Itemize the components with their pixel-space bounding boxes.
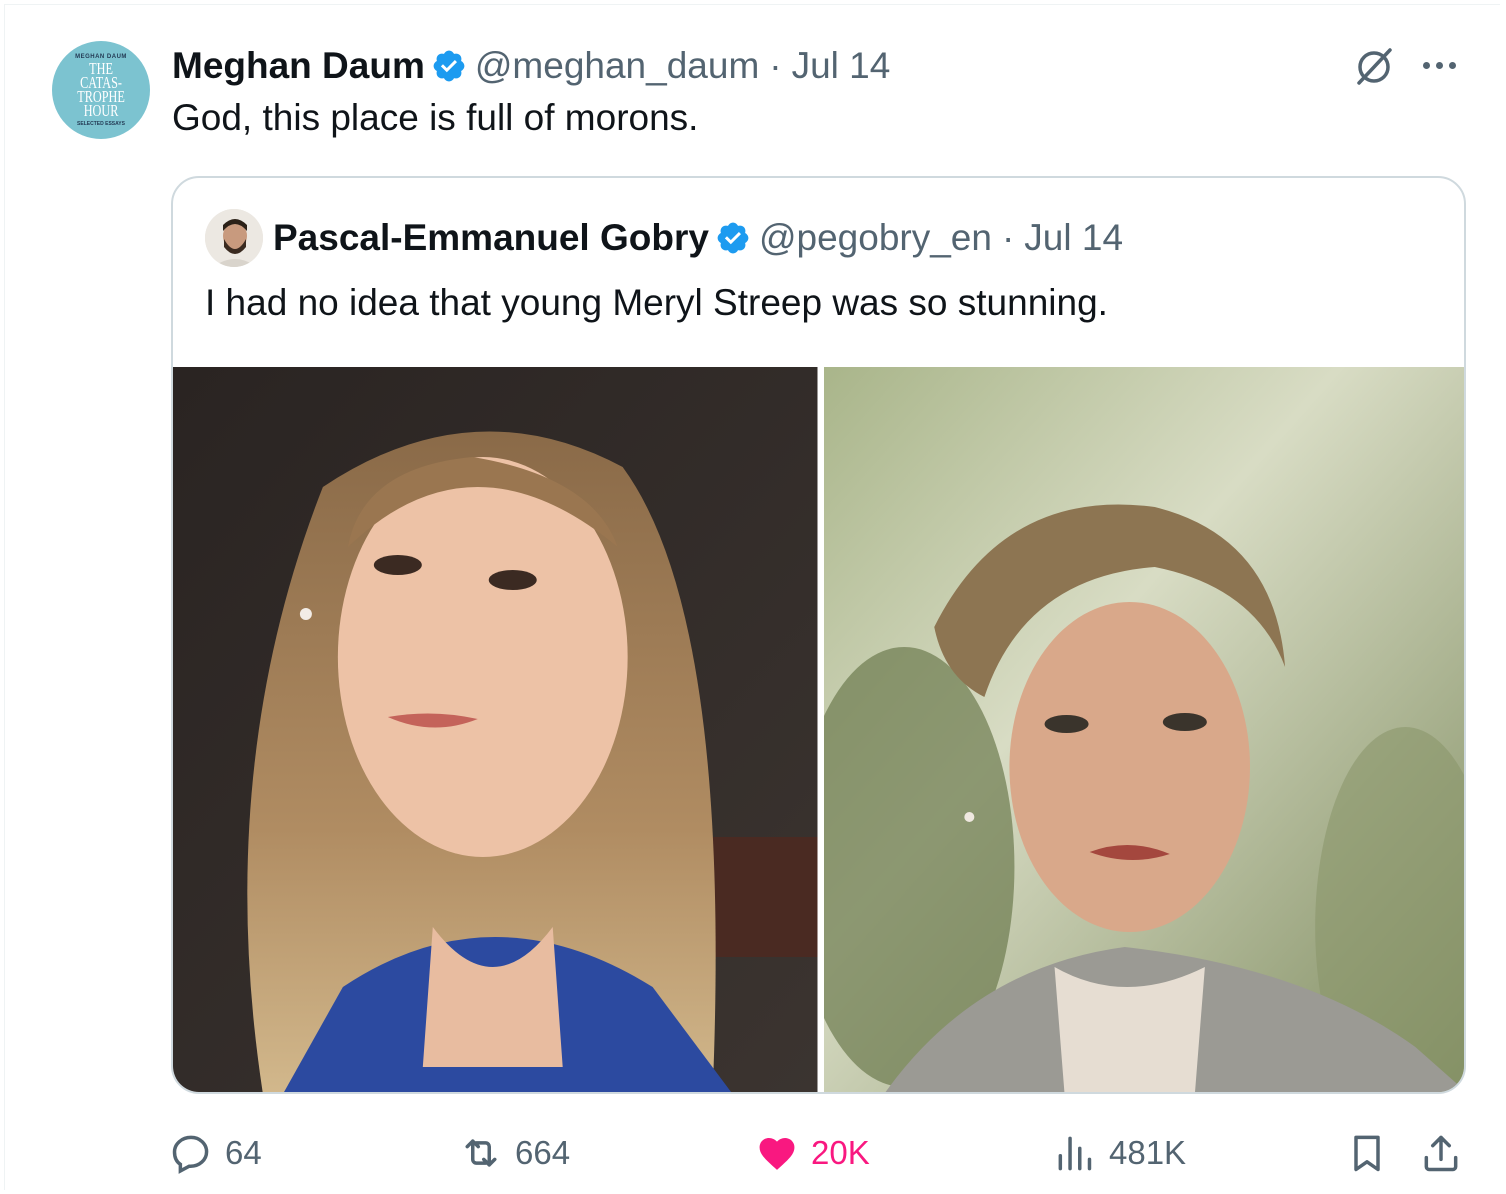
quote-author-handle[interactable]: @pegobry_en bbox=[759, 217, 992, 259]
views-button[interactable]: 481K bbox=[1053, 1125, 1186, 1181]
views-count: 481K bbox=[1109, 1134, 1187, 1171]
photo-right[interactable] bbox=[823, 367, 1464, 1092]
like-count: 20K bbox=[811, 1134, 870, 1171]
views-icon bbox=[1058, 1136, 1092, 1171]
tweet-container: MEGHAN DAUM THE CATAS- TROPHE HOUR SELEC… bbox=[4, 4, 1500, 1190]
photo-left[interactable] bbox=[173, 367, 818, 1092]
more-icon[interactable] bbox=[1423, 55, 1463, 75]
like-button[interactable]: 20K bbox=[755, 1125, 870, 1181]
avatar[interactable]: MEGHAN DAUM THE CATAS- TROPHE HOUR SELEC… bbox=[52, 41, 150, 139]
bookmark-icon bbox=[1354, 1135, 1380, 1172]
tweet-header: Meghan Daum @meghan_daum · Jul 14 bbox=[172, 43, 890, 89]
author-handle[interactable]: @meghan_daum bbox=[475, 45, 759, 87]
share-icon bbox=[1424, 1135, 1458, 1172]
action-bar: 64 664 20K 481K bbox=[169, 1125, 1469, 1181]
like-icon bbox=[759, 1137, 795, 1170]
separator-dot: · bbox=[769, 45, 782, 86]
reply-count: 64 bbox=[225, 1134, 262, 1171]
verified-badge-icon bbox=[433, 50, 465, 82]
separator-dot: · bbox=[1001, 217, 1015, 258]
bookmark-button[interactable] bbox=[1345, 1125, 1389, 1181]
reply-button[interactable]: 64 bbox=[169, 1125, 262, 1181]
tweet-text: God, this place is full of morons. bbox=[172, 97, 699, 138]
verified-badge-icon bbox=[717, 222, 749, 254]
repost-icon bbox=[465, 1139, 497, 1167]
repost-count: 664 bbox=[515, 1134, 571, 1171]
quote-header: Pascal-Emmanuel Gobry @pegobry_en · Jul … bbox=[273, 214, 1123, 262]
avatar-cover-title: THE CATAS- TROPHE HOUR bbox=[77, 58, 125, 120]
grok-icon[interactable] bbox=[1353, 45, 1395, 87]
author-name[interactable]: Meghan Daum bbox=[172, 45, 425, 87]
share-button[interactable] bbox=[1419, 1125, 1463, 1181]
quote-avatar[interactable] bbox=[205, 209, 263, 267]
quote-author-name[interactable]: Pascal-Emmanuel Gobry bbox=[273, 217, 709, 259]
quote-date[interactable]: Jul 14 bbox=[1024, 217, 1123, 259]
tweet-date[interactable]: Jul 14 bbox=[792, 45, 891, 87]
repost-button[interactable]: 664 bbox=[459, 1125, 570, 1181]
quote-text: I had no idea that young Meryl Streep wa… bbox=[205, 282, 1108, 323]
quote-media bbox=[173, 367, 1464, 1092]
reply-icon bbox=[172, 1135, 209, 1174]
avatar-cover-subtitle: SELECTED ESSAYS bbox=[77, 120, 125, 127]
quoted-tweet[interactable]: Pascal-Emmanuel Gobry @pegobry_en · Jul … bbox=[171, 176, 1466, 1094]
